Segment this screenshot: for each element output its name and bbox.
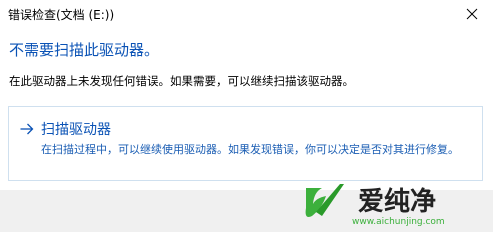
scan-drive-option[interactable]: 扫描驱动器 在扫描过程中，可以继续使用驱动器。如果发现错误，你可以决定是否对其进…	[8, 106, 483, 181]
scan-option-title: 扫描驱动器	[41, 122, 111, 138]
close-icon	[466, 8, 478, 20]
svg-text:www.aichunjing.com: www.aichunjing.com	[352, 217, 445, 227]
svg-text:爱纯净: 爱纯净	[358, 186, 436, 217]
error-check-dialog: 错误检查(文档 (E:)) 不需要扫描此驱动器。 在此驱动器上未发现任何错误。如…	[0, 0, 493, 232]
title-bar: 错误检查(文档 (E:))	[0, 0, 493, 28]
window-title: 错误检查(文档 (E:))	[8, 8, 115, 22]
close-button[interactable]	[459, 2, 485, 26]
main-heading: 不需要扫描此驱动器。	[9, 41, 160, 59]
watermark-logo: 爱纯净 www.aichunjing.com	[300, 178, 490, 228]
arrow-right-icon	[20, 123, 34, 135]
scan-option-description: 在扫描过程中，可以继续使用驱动器。如果发现错误，你可以决定是否对其进行修复。	[41, 143, 459, 156]
main-description: 在此驱动器上未发现任何错误。如果需要，可以继续扫描该驱动器。	[9, 74, 354, 88]
